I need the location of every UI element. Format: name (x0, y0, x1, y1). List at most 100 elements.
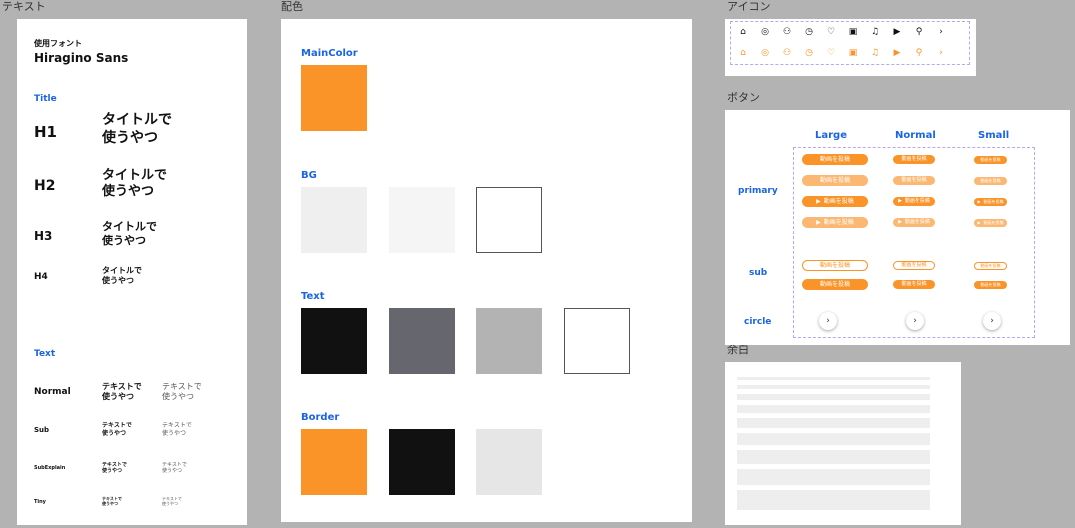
video-camera-icon: ▶ (898, 219, 902, 225)
button-label: 動画を投稿 (904, 219, 930, 225)
search-icon: ⚲ (915, 27, 923, 37)
swatch-border-2 (476, 429, 542, 495)
button-label: 動画を投稿 (823, 219, 854, 226)
video-camera-icon: ▶ (893, 27, 901, 37)
post-video-button[interactable]: ▶ 動画を投稿 (802, 217, 868, 228)
swatch-text-2 (476, 308, 542, 374)
bell-icon: ♫ (870, 48, 880, 58)
video-camera-icon: ▶ (898, 198, 902, 204)
circle-next-button[interactable]: › (819, 312, 837, 330)
maincolor-label: MainColor (301, 48, 358, 59)
compass-icon: ◎ (761, 27, 769, 37)
home-icon: ⌂ (740, 48, 746, 58)
button-label: 動画を投稿 (901, 156, 927, 162)
post-video-button[interactable]: 動画を投稿 (893, 280, 935, 289)
h2-label: H2 (34, 178, 56, 194)
spacing-panel (725, 362, 961, 525)
swatch-text-3 (564, 308, 630, 374)
post-video-button[interactable]: 動画を投稿 (893, 176, 935, 185)
post-video-button[interactable]: ▶ 動画を投稿 (802, 196, 868, 207)
post-video-button[interactable]: 動画を投稿 (802, 260, 868, 271)
swatch-bg-2 (476, 187, 542, 253)
button-label: 動画を投稿 (980, 281, 1001, 287)
h3-label: H3 (34, 229, 53, 243)
post-video-button[interactable]: 動画を投稿 (974, 280, 1007, 289)
post-video-button[interactable]: ▶ 動画を投稿 (893, 197, 935, 206)
button-label: 動画を投稿 (980, 262, 1001, 268)
post-video-button[interactable]: 動画を投稿 (974, 261, 1007, 270)
text-sub-label: Sub (34, 426, 50, 434)
profile-card-icon: ▣ (848, 48, 858, 58)
row-circle-label: circle (744, 317, 772, 327)
circle-next-button[interactable]: › (906, 312, 924, 330)
button-label: 動画を投稿 (904, 198, 930, 204)
text-subexplain-label: SubExplain (34, 465, 66, 471)
h2-sample: タイトルで 使うやつ (102, 168, 168, 200)
text-subexplain-regular: テキストで 使うやつ (162, 462, 187, 475)
button-label: 動画を投稿 (901, 281, 927, 287)
button-label: 動画を投稿 (819, 177, 850, 184)
button-label: 動画を投稿 (980, 177, 1001, 183)
clock-icon: ◷ (805, 48, 813, 58)
post-video-button[interactable]: ▶ 動画を投稿 (893, 218, 935, 227)
h3-sample: タイトルで 使うやつ (102, 220, 157, 247)
video-camera-icon: ▶ (977, 219, 981, 225)
h4-label: H4 (34, 272, 48, 282)
border-color-label: Border (301, 412, 340, 423)
col-normal-label: Normal (895, 130, 936, 141)
swatch-main-0 (301, 65, 367, 131)
post-video-button[interactable]: ▶ 動画を投稿 (974, 218, 1007, 227)
swatch-border-0 (301, 429, 367, 495)
swatch-bg-0 (301, 187, 367, 253)
video-camera-icon: ▶ (977, 198, 981, 204)
spacing-bar (737, 469, 930, 485)
swatch-text-0 (301, 308, 367, 374)
chevron-right-icon: › (939, 48, 943, 58)
swatch-border-1 (389, 429, 455, 495)
text-section-label: Text (34, 349, 56, 359)
text-normal-bold: テキストで 使うやつ (102, 382, 142, 401)
text-subexplain-bold: テキストで 使うやつ (102, 462, 127, 475)
post-video-button[interactable]: 動画を投稿 (974, 176, 1007, 185)
text-tiny-label: Tiny (34, 499, 46, 505)
spacing-bar (737, 450, 930, 464)
people-icon: ⚇ (782, 27, 792, 37)
text-sub-bold: テキストで 使うやつ (102, 422, 132, 437)
h1-sample: タイトルで 使うやつ (102, 112, 172, 146)
post-video-button[interactable]: 動画を投稿 (802, 279, 868, 290)
row-primary-label: primary (738, 186, 778, 196)
text-normal-regular: テキストで 使うやつ (162, 382, 202, 401)
heart-icon: ♡ (826, 48, 836, 58)
post-video-button[interactable]: 動画を投稿 (893, 261, 935, 270)
circle-next-button[interactable]: › (983, 312, 1001, 330)
frame-label-icons: アイコン (727, 0, 771, 13)
search-icon: ⚲ (915, 48, 923, 58)
button-panel: Large Normal Small primary sub circle 動画… (725, 110, 1070, 345)
swatch-bg-1 (389, 187, 455, 253)
post-video-button[interactable]: 動画を投稿 (974, 155, 1007, 164)
text-normal-label: Normal (34, 387, 71, 397)
text-tiny-regular: テキストで 使うやつ (162, 496, 182, 506)
button-label: 動画を投稿 (823, 198, 854, 205)
compass-icon: ◎ (761, 48, 769, 58)
button-label: 動画を投稿 (983, 198, 1004, 204)
button-label: 動画を投稿 (901, 262, 927, 268)
video-camera-icon: ▶ (893, 48, 901, 58)
spacing-bar (737, 377, 930, 380)
post-video-button[interactable]: 動画を投稿 (893, 155, 935, 164)
spacing-bar (737, 385, 930, 389)
button-label: 動画を投稿 (819, 281, 850, 288)
video-camera-icon: ▶ (816, 219, 821, 226)
bg-label: BG (301, 170, 317, 181)
post-video-button[interactable]: ▶ 動画を投稿 (974, 197, 1007, 206)
people-icon: ⚇ (782, 48, 792, 58)
home-icon: ⌂ (740, 27, 746, 37)
button-label: 動画を投稿 (983, 219, 1004, 225)
col-large-label: Large (815, 130, 847, 141)
frame-label-buttons: ボタン (727, 91, 760, 104)
post-video-button[interactable]: 動画を投稿 (802, 154, 868, 165)
post-video-button[interactable]: 動画を投稿 (802, 175, 868, 186)
text-sub-regular: テキストで 使うやつ (162, 422, 192, 437)
spacing-bar (737, 433, 930, 445)
spacing-bar (737, 418, 930, 428)
